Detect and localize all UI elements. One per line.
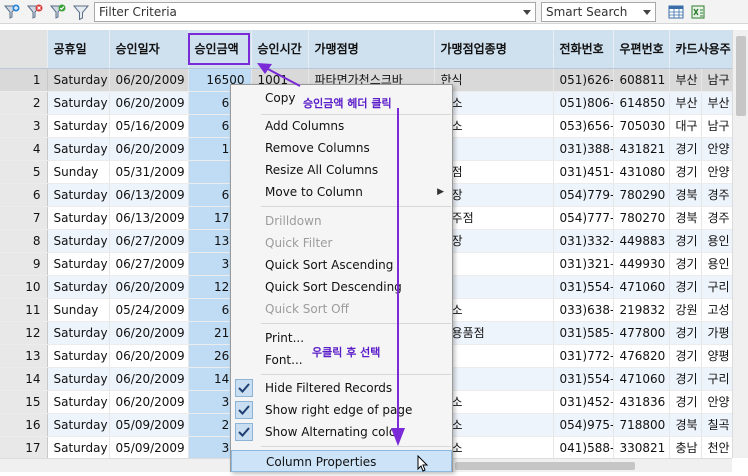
arrow-to-column-properties xyxy=(391,108,405,446)
mouse-cursor-icon xyxy=(416,454,430,476)
arrow-to-header xyxy=(257,63,301,87)
annotation-right-click-select: 우클릭 후 선택 xyxy=(312,346,381,359)
annotation-arrows xyxy=(257,63,405,446)
annotation-header-click: 승인금액 헤더 클릭 xyxy=(303,97,392,110)
